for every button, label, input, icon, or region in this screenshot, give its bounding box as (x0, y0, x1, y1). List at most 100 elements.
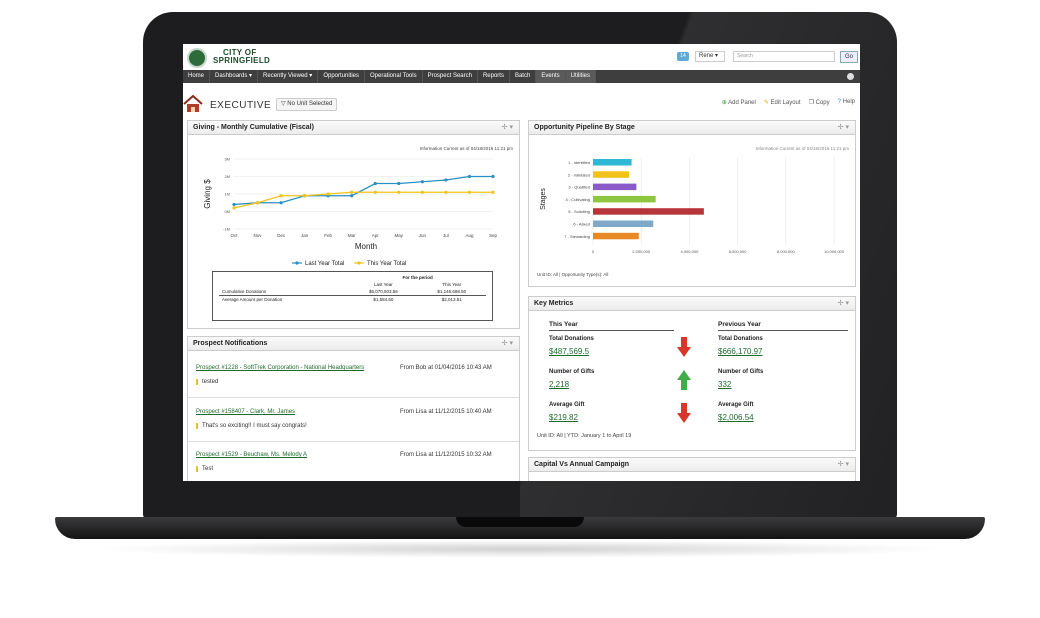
metrics-panel-header: Key Metrics ✢ ▾ (529, 297, 855, 311)
nav-item-reports[interactable]: Reports (478, 70, 510, 83)
x-tick-label: Mar (348, 233, 356, 238)
main-nav: Home Dashboards ▾ Recently Viewed ▾ Opportu… (183, 70, 860, 83)
summary-caption: For the period (402, 275, 433, 280)
x-tick-label: Feb (324, 233, 332, 238)
data-point (397, 181, 401, 186)
nav-item-recently-viewed[interactable]: Recently Viewed ▾ (258, 70, 319, 83)
y-tick-label: 1 - Identified (568, 160, 590, 165)
nav-item-prospect-search[interactable]: Prospect Search (423, 70, 478, 83)
panel-controls-icon[interactable]: ✢ ▾ (502, 121, 513, 135)
prospect-link[interactable]: Prospect #1228 - SoftTrek Corporation - … (196, 365, 364, 371)
panel-controls-icon[interactable]: ✢ ▾ (838, 297, 849, 311)
x-tick-label: Aug (465, 233, 474, 238)
metrics-panel-title: Key Metrics (534, 300, 574, 307)
search-input[interactable]: Search (733, 51, 835, 62)
y-tick-label: 3 - Qualified (568, 185, 590, 190)
trend-down-icon (677, 403, 691, 423)
x-tick-label: 0 (592, 249, 595, 254)
summary-row-label: Cumulative Donations (222, 289, 267, 294)
y-tick-label: 0M (224, 209, 230, 214)
nav-item-opportunities[interactable]: Opportunities (318, 70, 365, 83)
notification-message: tested (196, 379, 218, 385)
nav-item-dashboards[interactable]: Dashboards ▾ (210, 70, 259, 83)
x-tick-label: Sep (489, 233, 498, 238)
page-title: EXECUTIVE (210, 100, 272, 111)
notification-badge[interactable]: 14 (677, 52, 689, 61)
app-screen: CITY OF SPRINGFIELD 14 Rene ▾ Search Go … (183, 44, 860, 481)
page-tools: ⊕ Add Panel ✎ Edit Layout ❐ Copy ? Help (722, 99, 855, 106)
metric-label: Average Gift (549, 402, 585, 408)
y-tick-label: 5 - Soliciting (568, 209, 590, 214)
data-point (467, 174, 472, 179)
nav-item-batch[interactable]: Batch (510, 70, 537, 83)
bar (593, 195, 656, 203)
unit-selector[interactable]: ▽ No Unit Selected (276, 98, 338, 111)
help-button[interactable]: ? Help (838, 99, 855, 106)
y-tick-label: 3M (224, 157, 230, 162)
giving-line-chart: 3M 2M 1M 0M -1MOct Nov Dec Jan Feb Mar Apr May Jun Ju… (203, 157, 498, 268)
help-label: Help (842, 99, 855, 105)
x-tick-label: May (395, 233, 404, 238)
series-line (233, 191, 493, 209)
y-axis-label: Giving $ (203, 179, 212, 209)
notification-item: Prospect #1529 - Beuchaw, Ms. Melody A F… (196, 452, 516, 472)
notification-message: That's so exciting!! I must say congrats… (196, 423, 307, 429)
bar (593, 171, 630, 178)
summary-row-this: $2,013.51 (441, 297, 462, 302)
y-axis-label: Stages (540, 188, 547, 210)
x-tick-label: Apr (372, 233, 380, 238)
data-point (373, 181, 377, 186)
y-tick-label: -1M (223, 227, 230, 232)
bar (593, 159, 632, 166)
metric-this-value[interactable]: $219.82 (549, 413, 578, 422)
panel-controls-icon[interactable]: ✢ ▾ (502, 337, 513, 351)
panel-controls-icon[interactable]: ✢ ▾ (838, 121, 849, 135)
y-tick-label: 2M (224, 174, 230, 179)
settings-icon[interactable] (847, 73, 854, 80)
nav-item-events[interactable]: Events (536, 70, 566, 83)
data-point (420, 190, 424, 194)
go-button[interactable]: Go (840, 51, 858, 63)
metric-this-value[interactable]: $487,569.5 (549, 347, 589, 356)
nav-item-operational-tools[interactable]: Operational Tools (365, 70, 423, 83)
copy-icon: ❐ (808, 100, 814, 106)
data-point (350, 190, 354, 194)
home-icon (183, 95, 203, 112)
metric-this-value[interactable]: 2,218 (549, 380, 569, 389)
bar (593, 220, 654, 227)
metric-prev-value[interactable]: 332 (718, 380, 731, 389)
user-dropdown[interactable]: Rene ▾ (695, 51, 725, 62)
x-tick-label: 8,000,000 (777, 249, 796, 254)
metric-prev-value[interactable]: $2,006.54 (718, 413, 754, 422)
data-point (303, 194, 307, 198)
data-point (397, 190, 401, 194)
data-point (491, 190, 495, 194)
city-seal-logo[interactable] (187, 48, 207, 68)
giving-summary: For the period Last Year This Year Cumula… (212, 271, 493, 321)
data-point (420, 180, 424, 184)
metric-prev-value[interactable]: $666,170.97 (718, 347, 763, 356)
data-point (232, 202, 236, 207)
copy-button[interactable]: ❐ Copy (809, 99, 830, 106)
summary-col-last: Last Year (374, 282, 393, 287)
edit-layout-button[interactable]: ✎ Edit Layout (764, 99, 801, 106)
nav-item-utilities[interactable]: Utilities (565, 70, 596, 83)
nav-item-home[interactable]: Home (183, 70, 211, 83)
summary-row-last: $1,584.60 (373, 297, 394, 302)
x-tick-label: 10,000,000 (824, 249, 845, 254)
edit-layout-label: Edit Layout (770, 100, 801, 106)
legend-label: This Year Total (367, 261, 406, 267)
panel-controls-icon[interactable]: ✢ ▾ (838, 458, 849, 472)
bar (593, 232, 639, 240)
pipeline-bar-chart: 0 2,000,000 4,000,000 6,000,000 8,000,000 10,… (540, 157, 845, 254)
divider (188, 441, 519, 442)
add-panel-button[interactable]: ⊕ Add Panel (722, 99, 756, 106)
x-tick-label: Oct (230, 233, 238, 238)
prospect-link[interactable]: Prospect #158407 - Clark, Mr. James (196, 409, 295, 415)
metric-label: Average Gift (718, 402, 754, 408)
metric-label: Total Donations (718, 336, 763, 342)
notification-message: Test (196, 466, 213, 472)
notification-item: Prospect #158407 - Clark, Mr. James From… (196, 409, 516, 429)
divider (188, 397, 519, 398)
prospect-link[interactable]: Prospect #1529 - Beuchaw, Ms. Melody A (196, 452, 307, 458)
